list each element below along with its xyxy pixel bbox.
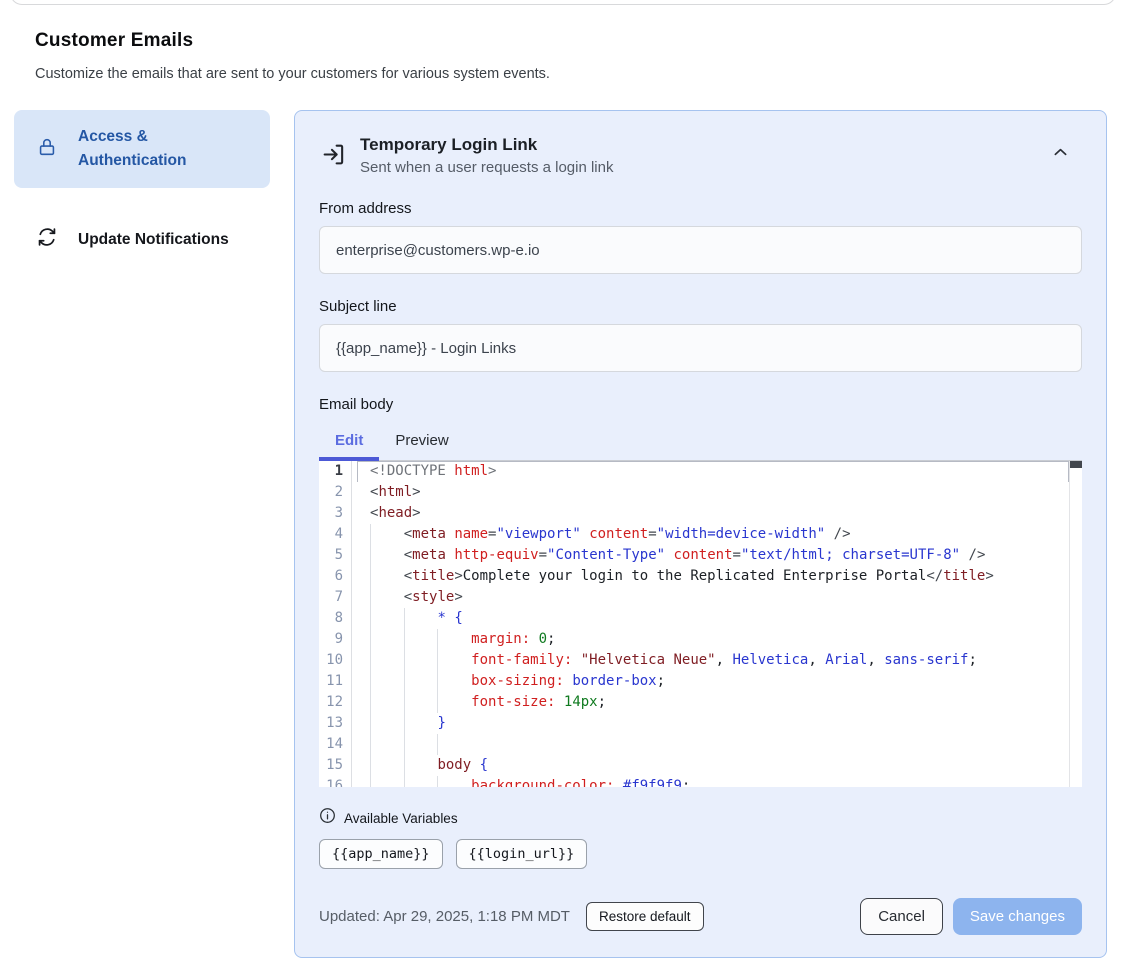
tab-preview[interactable]: Preview [379,423,464,460]
line-number: 4 [319,524,352,545]
cancel-button[interactable]: Cancel [860,898,943,935]
line-number: 5 [319,545,352,566]
card-title: Temporary Login Link [360,135,1053,155]
line-number: 3 [319,503,352,524]
restore-default-button[interactable]: Restore default [586,902,704,931]
previous-section-card [10,0,1116,5]
code-line-content: <meta name="viewport" content="width=dev… [352,524,1069,545]
code-editor-lines: 1<!DOCTYPE html>2<html>3<head>4 <meta na… [319,461,1082,787]
code-line[interactable]: 2<html> [319,482,1082,503]
line-number: 2 [319,482,352,503]
card-subtitle: Sent when a user requests a login link [360,159,1053,176]
sidebar-item-label: Update Notifications [78,228,229,252]
code-line[interactable]: 11 box-sizing: border-box; [319,671,1082,692]
available-variables-header: Available Variables [319,807,1082,829]
updated-timestamp: Updated: Apr 29, 2025, 1:18 PM MDT [319,908,570,925]
card-footer: Updated: Apr 29, 2025, 1:18 PM MDT Resto… [319,898,1082,935]
line-number: 7 [319,587,352,608]
subject-line-value: {{app_name}} - Login Links [336,340,516,357]
line-number: 13 [319,713,352,734]
code-line-content: font-size: 14px; [352,692,1069,713]
line-number: 14 [319,734,352,755]
code-line-content: margin: 0; [352,629,1069,650]
page-subtitle: Customize the emails that are sent to yo… [35,66,550,82]
lock-icon [36,136,58,163]
line-number: 12 [319,692,352,713]
line-number: 6 [319,566,352,587]
from-address-label: From address [319,200,1082,217]
code-line-content: } [352,713,1069,734]
code-line-content: box-sizing: border-box; [352,671,1069,692]
code-line-content: background-color: #f9f9f9; [352,776,1069,787]
line-number: 8 [319,608,352,629]
card-header-text: Temporary Login Link Sent when a user re… [360,135,1053,176]
line-number: 1 [319,461,352,482]
editor-scrollbar[interactable] [1069,461,1082,787]
code-line-content: font-family: "Helvetica Neue", Helvetica… [352,650,1069,671]
email-body-label: Email body [319,396,1082,413]
subject-line-input[interactable]: {{app_name}} - Login Links [319,324,1082,372]
refresh-icon [36,226,58,253]
page: Customer Emails Customize the emails tha… [0,0,1128,980]
code-line[interactable]: 7 <style> [319,587,1082,608]
code-line[interactable]: 4 <meta name="viewport" content="width=d… [319,524,1082,545]
code-line[interactable]: 6 <title>Complete your login to the Repl… [319,566,1082,587]
code-line[interactable]: 14 [319,734,1082,755]
chevron-up-icon [1053,145,1068,160]
code-line-content: body { [352,755,1069,776]
code-line-content: * { [352,608,1069,629]
card-header: Temporary Login Link Sent when a user re… [319,135,1082,176]
code-line[interactable]: 9 margin: 0; [319,629,1082,650]
code-line-content: <html> [352,482,1069,503]
code-line[interactable]: 3<head> [319,503,1082,524]
code-line[interactable]: 12 font-size: 14px; [319,692,1082,713]
from-address-value: enterprise@customers.wp-e.io [336,242,540,259]
collapse-button[interactable] [1053,145,1068,160]
code-line-content: <style> [352,587,1069,608]
line-number: 16 [319,776,352,787]
tab-edit[interactable]: Edit [319,423,379,460]
code-line-content: <head> [352,503,1069,524]
save-changes-button[interactable]: Save changes [953,898,1082,935]
code-line-content: <title>Complete your login to the Replic… [352,566,1069,587]
subject-line-label: Subject line [319,298,1082,315]
line-number: 10 [319,650,352,671]
code-line[interactable]: 8 * { [319,608,1082,629]
code-line[interactable]: 5 <meta http-equiv="Content-Type" conten… [319,545,1082,566]
code-line[interactable]: 15 body { [319,755,1082,776]
line-number: 9 [319,629,352,650]
editor-scrollbar-thumb[interactable] [1070,461,1082,468]
email-settings-card: Temporary Login Link Sent when a user re… [294,110,1107,958]
code-line-content: <!DOCTYPE html> [352,461,1069,482]
sidebar-item-access-authentication[interactable]: Access & Authentication [14,110,270,188]
sidebar-item-update-notifications[interactable]: Update Notifications [14,212,270,267]
sidebar-item-label: Access & Authentication [78,125,228,173]
code-line[interactable]: 10 font-family: "Helvetica Neue", Helvet… [319,650,1082,671]
info-icon [319,807,336,829]
from-address-input[interactable]: enterprise@customers.wp-e.io [319,226,1082,274]
code-line[interactable]: 16 background-color: #f9f9f9; [319,776,1082,787]
code-line[interactable]: 1<!DOCTYPE html> [319,461,1082,482]
variable-chips: {{app_name}} {{login_url}} [319,839,1082,869]
editor-tabbar: Edit Preview [319,423,1082,461]
line-number: 15 [319,755,352,776]
code-line-content [352,734,1069,755]
code-line-content: <meta http-equiv="Content-Type" content=… [352,545,1069,566]
line-number: 11 [319,671,352,692]
variable-chip[interactable]: {{app_name}} [319,839,443,869]
available-variables-label: Available Variables [344,811,458,826]
code-editor[interactable]: 1<!DOCTYPE html>2<html>3<head>4 <meta na… [319,461,1082,787]
login-icon [321,142,346,172]
page-title: Customer Emails [35,30,193,52]
variable-chip[interactable]: {{login_url}} [456,839,588,869]
settings-sidebar: Access & Authentication Update Notificat… [14,110,270,267]
code-line[interactable]: 13 } [319,713,1082,734]
